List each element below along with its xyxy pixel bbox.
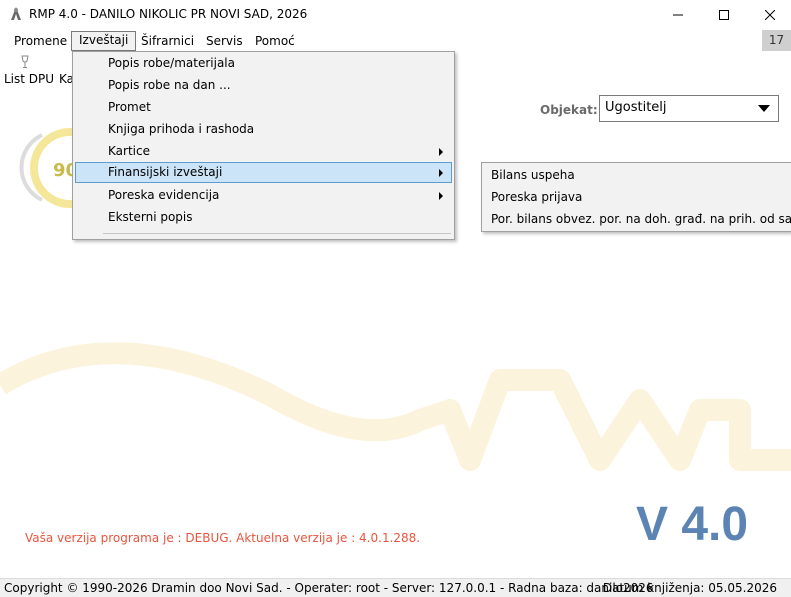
menu-eksterni-popis[interactable]: Eksterni popis [75, 207, 452, 228]
minimize-button[interactable] [655, 0, 701, 30]
menu-separator [103, 233, 451, 234]
menu-poreska-evidencija[interactable]: Poreska evidencija [75, 185, 452, 206]
status-copyright: Copyright © 1990-2026 Dramin doo Novi Sa… [4, 581, 654, 595]
app-icon [11, 7, 21, 20]
menu-sifrarnici[interactable]: Šifrarnici [134, 32, 201, 50]
chevron-right-icon [439, 192, 443, 200]
menu-knjiga-prihoda[interactable]: Knjiga prihoda i rashoda [75, 119, 452, 140]
version-message: Vaša verzija programa je : DEBUG. Aktuel… [25, 531, 421, 545]
menu-bar: Promene Izveštaji Šifrarnici Servis Pomo… [0, 30, 791, 51]
menu-kartice[interactable]: Kartice [75, 141, 452, 162]
menu-item-label: Popis robe/materijala [108, 56, 235, 70]
menu-promene[interactable]: Promene [7, 32, 74, 50]
close-button[interactable] [747, 0, 791, 30]
menu-item-label: Finansijski izveštaji [108, 165, 223, 179]
toolbar-list-dpu[interactable]: List DPU [4, 72, 54, 86]
menu-item-label: Eksterni popis [108, 210, 193, 224]
izvestaji-dropdown: Popis robe/materijala Popis robe na dan … [72, 51, 455, 240]
status-date: Datum knjiženja: 05.05.2026 [602, 581, 777, 595]
chevron-down-icon [758, 105, 770, 112]
finansijski-submenu: Bilans uspeha Poreska prijava Por. bilan… [481, 162, 791, 232]
submenu-poreski-bilans[interactable]: Por. bilans obvez. por. na doh. građ. na… [491, 209, 791, 230]
menu-izvestaji[interactable]: Izveštaji [71, 31, 137, 51]
objekat-value: Ugostitelj [605, 100, 667, 115]
menu-item-label: Knjiga prihoda i rashoda [108, 122, 255, 136]
close-icon [765, 10, 775, 20]
version-label: V 4.0 [636, 498, 749, 551]
chevron-right-icon [439, 148, 443, 156]
maximize-button[interactable] [701, 0, 747, 30]
submenu-bilans-uspeha[interactable]: Bilans uspeha [491, 165, 575, 186]
wine-glass-icon[interactable] [21, 55, 29, 69]
watermark-stroke [0, 342, 791, 471]
minimize-icon [673, 14, 683, 16]
menu-item-label: Kartice [108, 144, 150, 158]
menu-servis[interactable]: Servis [199, 32, 250, 50]
menu-item-label: Promet [108, 100, 151, 114]
menu-pomoc[interactable]: Pomoć [248, 32, 302, 50]
objekat-label: Objekat: [540, 103, 598, 117]
menu-popis-robe-materijala[interactable]: Popis robe/materijala [75, 53, 452, 74]
maximize-icon [719, 10, 729, 20]
submenu-poreska-prijava[interactable]: Poreska prijava [491, 187, 582, 208]
objekat-select[interactable]: Ugostitelj [599, 95, 779, 122]
menu-item-label: Poreska evidencija [108, 188, 220, 202]
title-bar: RMP 4.0 - DANILO NIKOLIC PR NOVI SAD, 20… [0, 0, 791, 30]
window-title: RMP 4.0 - DANILO NIKOLIC PR NOVI SAD, 20… [29, 7, 308, 21]
chevron-right-icon [439, 169, 443, 177]
menu-popis-robe-na-dan[interactable]: Popis robe na dan ... [75, 75, 452, 96]
menu-item-label: Popis robe na dan ... [108, 78, 231, 92]
menu-promet[interactable]: Promet [75, 97, 452, 118]
count-badge: 17 [762, 30, 791, 51]
status-bar: Copyright © 1990-2026 Dramin doo Novi Sa… [0, 578, 791, 597]
menu-finansijski-izvestaji[interactable]: Finansijski izveštaji [75, 162, 452, 183]
